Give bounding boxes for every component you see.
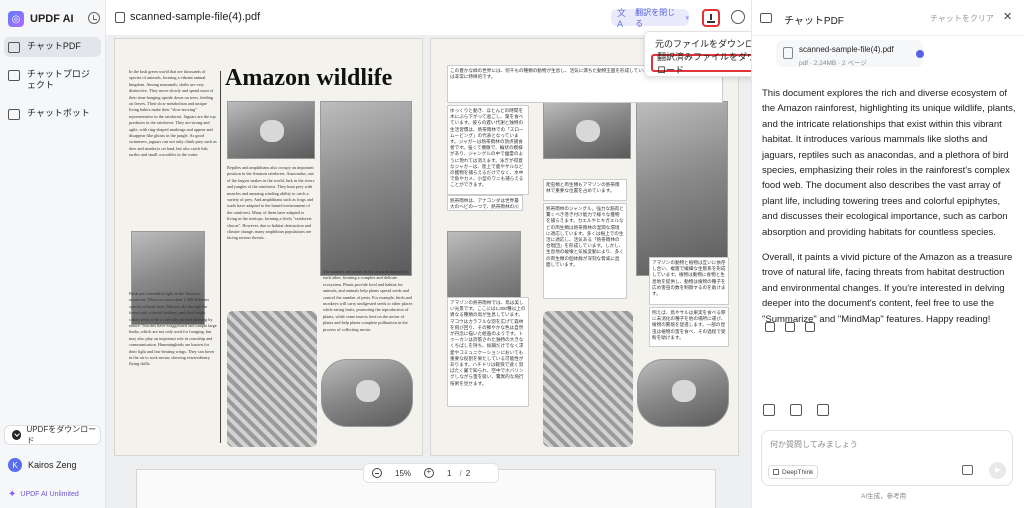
sidebar-item-chat-project[interactable]: チャットプロジェクト — [4, 65, 101, 95]
plan-label: UPDF AI Unlimited — [20, 491, 79, 498]
page-separator: / — [459, 468, 462, 478]
copy-icon[interactable] — [765, 322, 775, 332]
pdf-file-icon — [783, 47, 793, 59]
giraffe-photo — [227, 311, 317, 447]
translate-icon[interactable] — [790, 404, 802, 416]
response-paragraph: This document explores the rich and dive… — [762, 88, 1016, 238]
sparkle-icon: ✦ — [8, 489, 17, 500]
file-icon — [115, 12, 125, 23]
deepthink-icon — [773, 469, 779, 475]
download-updf-label: UPDFをダウンロード — [26, 425, 97, 445]
chat-input-box[interactable]: 何か質問してみましょう DeepThink — [761, 430, 1013, 486]
user-profile[interactable]: K Kairos Zeng — [8, 458, 77, 472]
download-icon — [707, 14, 715, 23]
owl-photo — [543, 101, 631, 159]
translate-icon: 文A — [617, 8, 627, 29]
deepthink-label: DeepThink — [782, 468, 814, 476]
translation-block: ゆっくりと動き、ほとんどの時間を木にぶら下がって過ごし、葉を食べています。彼らの… — [447, 105, 529, 195]
panel-toggle-icon[interactable] — [760, 13, 772, 23]
response-actions — [765, 322, 815, 332]
send-button[interactable] — [989, 462, 1006, 479]
current-page-input[interactable]: 1 — [447, 469, 451, 478]
total-pages: 2 — [465, 468, 471, 478]
zoom-toolbar: 15% 1 / 2 — [363, 463, 499, 483]
owl-head — [260, 120, 284, 142]
updf-logo-icon: ◎ — [8, 11, 24, 27]
translation-block: 例えば、鳥やサルは果実を食べる際に未消化の種子を他の場所に運び、植物の繁殖を促進… — [649, 307, 729, 347]
sidebar-item-label: チャットプロジェクト — [27, 69, 90, 90]
translation-block: 熱帯雨林は、アナコンダは世界最大のヘビの一つで、熱帯雨林の川やジャングルに潜んで… — [447, 195, 523, 211]
chevron-down-icon[interactable]: ▾ — [685, 14, 689, 22]
page-title: Amazon wildlife — [225, 65, 393, 91]
chat-header: チャットPDF チャットをクリア ✕ — [752, 0, 1024, 36]
attached-file-card[interactable]: scanned-sample-file(4).pdf pdf · 2.24MB … — [776, 40, 924, 67]
ai-disclaimer: AI生成，参考用 — [861, 493, 907, 500]
translation-block: アマゾンの熱帯雨林では、鳥は美しい光景です。ここには1,300種以上の異なる種類… — [447, 297, 529, 407]
deepthink-toggle[interactable]: DeepThink — [768, 465, 819, 479]
translation-block: 爬虫類と両生類もアマゾンの熱帯雨林で重要な位置を占めています。 — [543, 179, 627, 201]
document-canvas[interactable]: Amazon wildlife In the lush green world … — [106, 36, 751, 508]
check-icon — [916, 50, 924, 58]
chatbot-icon — [8, 109, 20, 120]
chat-title: チャットPDF — [784, 16, 844, 27]
translation-block: 熱帯雨林のジャングル。強力な筋肉と驚くべき巻き付け能力で様々な獲物を捕らえます。… — [543, 203, 627, 299]
left-sidebar: ◎ UPDF AI チャットPDF チャットプロジェクト チャットボット UPD… — [0, 0, 106, 508]
owl-photo — [227, 101, 315, 159]
owl-head — [576, 120, 600, 142]
prompt-tools — [763, 404, 829, 416]
ai-response: This document explores the rich and dive… — [762, 86, 1018, 327]
app-name: UPDF AI — [30, 13, 74, 25]
owl-head — [356, 380, 380, 402]
chat-pdf-icon — [8, 42, 20, 53]
sidebar-item-chatbot[interactable]: チャットボット — [4, 104, 101, 124]
zoom-out-icon[interactable] — [372, 468, 382, 478]
sidebar-item-label: チャットPDF — [27, 41, 81, 51]
frog-photo — [320, 101, 412, 276]
app-logo: ◎ UPDF AI — [8, 10, 100, 28]
translated-page: この豊かな緑の世界には、何千もの種類の動物が生息し、活気に満ちた動物王国を形成し… — [430, 38, 739, 456]
plan-badge[interactable]: ✦ UPDF AI Unlimited — [8, 489, 79, 500]
page-column-2: Reptiles and amphibians also occupy an i… — [227, 165, 315, 241]
close-translation-button[interactable]: 文A 翻訳を閉じる ▾ — [611, 7, 689, 29]
giraffe-photo — [543, 311, 633, 447]
thumbs-down-icon[interactable] — [805, 322, 815, 332]
chat-input-placeholder[interactable]: 何か質問してみましょう — [770, 439, 858, 450]
original-page: Amazon wildlife In the lush green world … — [114, 38, 423, 456]
download-updf-button[interactable]: UPDFをダウンロード — [4, 425, 101, 445]
sidebar-item-label: チャットボット — [27, 108, 90, 118]
attached-file-name: scanned-sample-file(4).pdf — [799, 45, 894, 54]
folder-icon — [8, 70, 20, 81]
download-icon — [12, 430, 22, 440]
page-column-3: Birds are a beautiful sight in the Amazo… — [129, 291, 217, 367]
file-title: scanned-sample-file(4).pdf — [130, 11, 261, 23]
sidebar-item-chat-pdf[interactable]: チャットPDF — [4, 37, 101, 57]
owl-grass-photo — [321, 359, 413, 427]
mindmap-icon[interactable] — [817, 404, 829, 416]
frog-photo — [636, 101, 728, 276]
share-icon[interactable] — [731, 10, 745, 24]
owl-head — [672, 380, 696, 402]
zoom-level[interactable]: 15% — [395, 469, 411, 478]
summarize-icon[interactable] — [763, 404, 775, 416]
zoom-in-icon[interactable] — [424, 467, 435, 478]
thumbs-up-icon[interactable] — [785, 322, 795, 332]
page-column-4: The animals and plants in the Amazon dep… — [323, 269, 413, 332]
owl-grass-photo — [637, 359, 729, 427]
response-paragraph: Overall, it paints a vivid picture of th… — [762, 252, 1013, 325]
close-icon[interactable]: ✕ — [1003, 10, 1012, 23]
translation-block: アマゾンの動物と植物は互いに依存し合い、複雑で繊細な生態系を形成しています。植物… — [649, 257, 729, 305]
chat-panel: チャットPDF チャットをクリア ✕ scanned-sample-file(4… — [751, 0, 1024, 508]
column-divider — [220, 71, 221, 443]
close-translation-label: 翻訳を閉じる — [635, 7, 676, 28]
history-icon[interactable] — [88, 12, 100, 24]
clear-chat-button[interactable]: チャットをクリア — [930, 13, 994, 24]
attached-file-meta: pdf · 2.24MB · 2 ページ — [799, 60, 867, 67]
download-file-button[interactable] — [702, 9, 720, 27]
image-upload-icon[interactable] — [962, 465, 973, 475]
avatar: K — [8, 458, 22, 472]
user-name: Kairos Zeng — [28, 460, 77, 470]
updf-app: ◎ UPDF AI チャットPDF チャットプロジェクト チャットボット UPD… — [0, 0, 1024, 508]
